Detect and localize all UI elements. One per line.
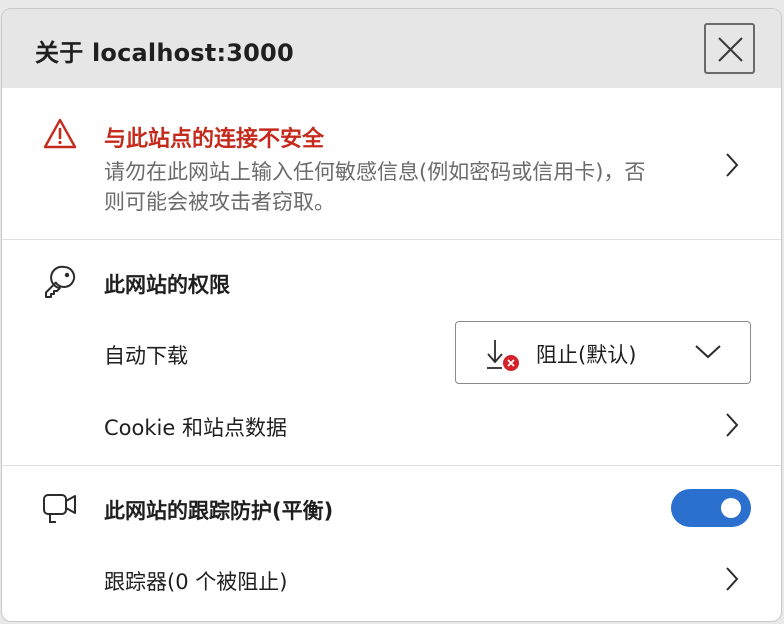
download-blocked-icon (487, 340, 519, 371)
cookie-site-data-label: Cookie 和站点数据 (104, 416, 287, 440)
tracking-prevention-toggle[interactable] (671, 489, 751, 527)
chevron-right-icon (726, 153, 739, 177)
auto-download-select[interactable]: 阻止(默认) (455, 321, 751, 384)
chevron-down-icon (695, 345, 721, 359)
auto-download-label: 自动下载 (104, 344, 188, 368)
close-icon (718, 37, 743, 62)
auto-download-selected-value: 阻止(默认) (536, 343, 637, 367)
trackers-label: 跟踪器(0 个被阻止) (104, 570, 288, 594)
connection-warning-title: 与此站点的连接不安全 (104, 127, 325, 152)
flyout-title: 关于 localhost:3000 (35, 39, 294, 67)
connection-warning-description: 请勿在此网站上输入任何敏感信息(例如密码或信用卡)，否则可能会被攻击者窃取。 (104, 160, 646, 214)
site-info-flyout: 关于 localhost:3000 与此站点的连接不安全 请勿在此网站上输入任何… (1, 8, 782, 622)
chevron-right-icon (726, 567, 739, 591)
divider (2, 465, 781, 466)
camera-icon (43, 494, 76, 523)
close-button[interactable] (704, 23, 755, 74)
toggle-knob (721, 498, 741, 518)
divider (2, 239, 781, 240)
permissions-title: 此网站的权限 (104, 273, 230, 297)
tracking-prevention-title: 此网站的跟踪防护(平衡) (104, 499, 334, 523)
warning-triangle-icon (43, 118, 77, 149)
flyout-header: 关于 localhost:3000 (2, 9, 781, 88)
chevron-right-icon (726, 413, 739, 437)
key-icon (45, 265, 76, 298)
